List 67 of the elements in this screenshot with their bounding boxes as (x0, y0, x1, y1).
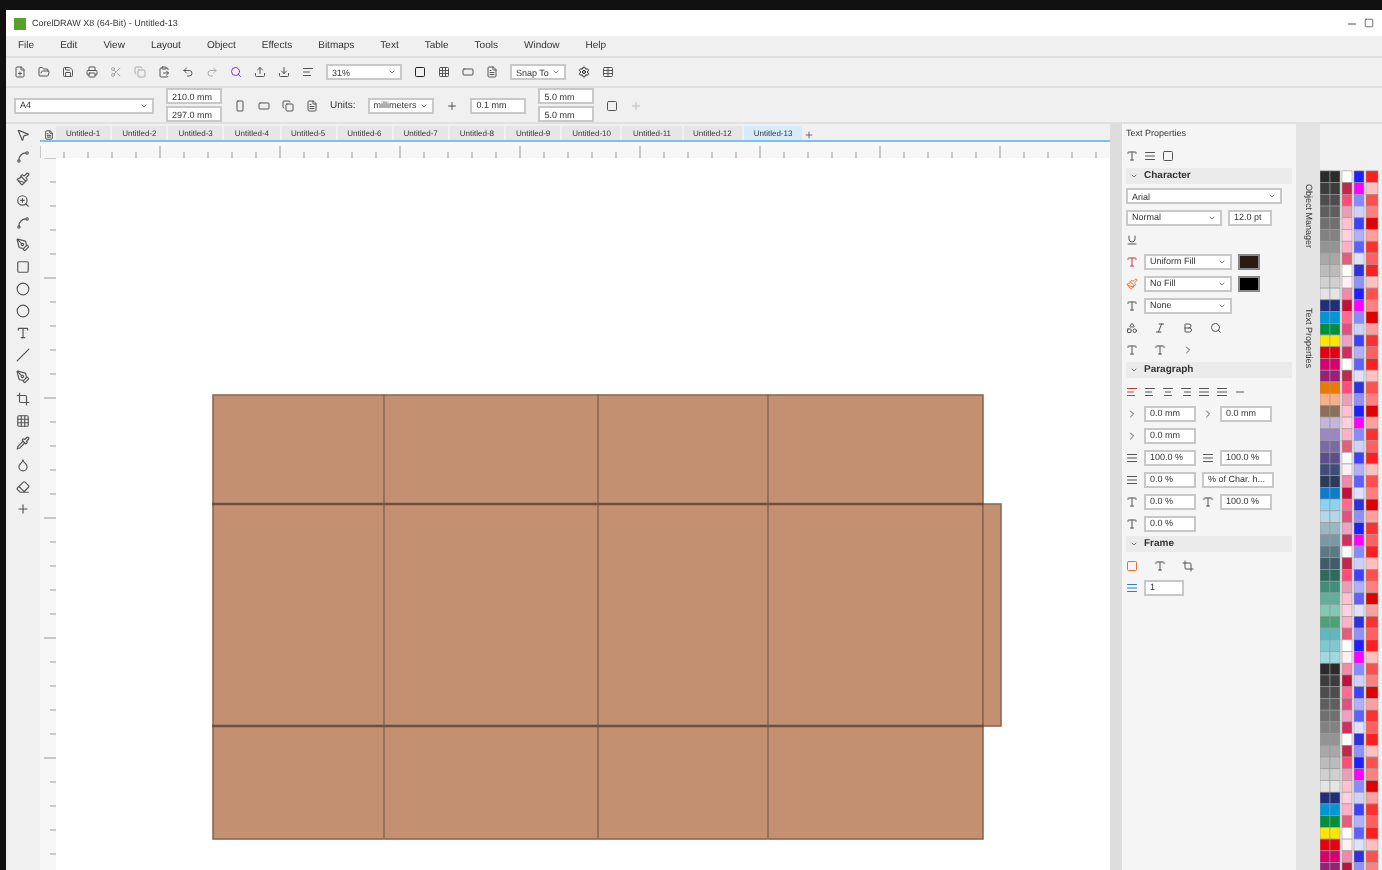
brush-icon[interactable] (16, 172, 30, 186)
layout-icon[interactable] (302, 66, 314, 78)
new-document-icon[interactable] (14, 66, 26, 78)
node-icon[interactable] (16, 216, 30, 230)
grid-icon[interactable] (438, 66, 450, 78)
save-icon[interactable] (62, 66, 74, 78)
underline-icon[interactable] (1126, 233, 1138, 245)
fill-swatch[interactable] (1238, 253, 1260, 269)
background-swatch[interactable] (1238, 275, 1260, 291)
guidelines-icon[interactable] (486, 66, 498, 78)
paste-icon[interactable] (158, 66, 170, 78)
portrait-icon[interactable] (234, 99, 246, 111)
align-left-icon[interactable] (1126, 385, 1138, 397)
align-right-icon[interactable] (1180, 385, 1192, 397)
frame-fit-icon[interactable] (1182, 559, 1194, 571)
line-icon[interactable] (16, 348, 30, 362)
fill-icon[interactable] (16, 458, 30, 472)
italic-icon[interactable] (1154, 321, 1166, 333)
effects-icon[interactable] (1126, 321, 1138, 333)
crop-icon[interactable] (16, 392, 30, 406)
columns-icon[interactable] (1126, 581, 1138, 593)
polygon-icon[interactable] (16, 304, 30, 318)
search-icon[interactable] (230, 66, 242, 78)
maximize-icon[interactable] (1364, 18, 1374, 28)
text-icon[interactable] (16, 326, 30, 340)
add-tab-icon[interactable] (804, 130, 815, 140)
curve-icon[interactable] (16, 150, 30, 164)
export-icon[interactable] (278, 66, 290, 78)
full-screen-icon[interactable] (414, 66, 426, 78)
zoom-icon[interactable] (16, 194, 30, 208)
add-icon[interactable] (16, 502, 30, 516)
align-left-icon[interactable] (1144, 385, 1156, 397)
after-spacing-icon[interactable] (1126, 473, 1138, 485)
landscape-icon[interactable] (258, 99, 270, 111)
lookup-icon[interactable] (1210, 321, 1222, 333)
line-spacing-icon[interactable] (1202, 451, 1214, 463)
undo-icon[interactable] (182, 66, 194, 78)
launcher-icon[interactable] (602, 66, 615, 78)
nudge-icon[interactable] (446, 99, 459, 111)
open-folder-icon[interactable] (38, 66, 50, 78)
app-logo-icon (14, 17, 26, 29)
table-icon[interactable] (16, 414, 30, 428)
character-tab-icon[interactable] (1126, 149, 1138, 161)
current-page-icon[interactable] (306, 99, 318, 111)
before-spacing-icon[interactable] (1126, 451, 1138, 463)
import-icon[interactable] (254, 66, 266, 78)
frame-fill-icon[interactable] (1126, 559, 1138, 571)
paragraph-tab-icon[interactable] (1144, 149, 1156, 161)
home-icon[interactable] (44, 130, 54, 140)
print-icon[interactable] (86, 66, 98, 78)
justify-icon[interactable] (1198, 385, 1210, 397)
text-fill-icon[interactable] (1126, 255, 1138, 267)
connector-icon[interactable] (16, 370, 30, 384)
pointer-icon[interactable] (16, 128, 30, 142)
force-justify-icon[interactable] (1216, 385, 1228, 397)
all-pages-icon[interactable] (282, 99, 294, 111)
eraser-icon[interactable] (16, 480, 30, 494)
background-fill-icon[interactable] (1126, 277, 1138, 289)
eyedropper-icon[interactable] (16, 436, 30, 450)
align-center-icon[interactable] (1162, 385, 1174, 397)
ellipse-icon[interactable] (16, 282, 30, 296)
settings-icon[interactable] (578, 66, 591, 78)
pen-icon[interactable] (16, 238, 30, 252)
bold-icon[interactable] (1182, 321, 1194, 333)
page-frame-icon[interactable] (606, 99, 619, 111)
rectangle-icon[interactable] (16, 260, 30, 274)
frame-tab-icon[interactable] (1162, 149, 1174, 161)
